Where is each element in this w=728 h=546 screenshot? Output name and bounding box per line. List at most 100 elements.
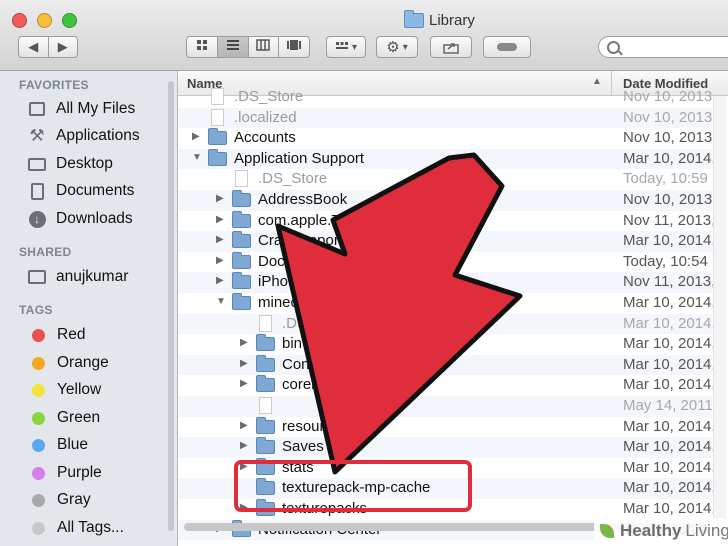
tag-color-dot: [32, 356, 45, 370]
file-row[interactable]: .DS_Store Today, 10:59 P: [178, 169, 722, 190]
sidebar-item-downloads[interactable]: ↓ Downloads: [28, 207, 133, 231]
sidebar-item-desktop[interactable]: Desktop: [28, 152, 113, 176]
sidebar-tag-blue[interactable]: Blue: [28, 433, 88, 457]
item-date-modified: Mar 10, 2014,: [623, 458, 716, 476]
folder-row[interactable]: ▶ com.apple.TC Nov 11, 2013,: [178, 210, 715, 232]
sidebar-item-label: Green: [57, 409, 101, 426]
search-input[interactable]: [598, 36, 728, 58]
folder-row[interactable]: ▶ Config Mar 10, 2014,: [178, 354, 716, 376]
folder-icon: [208, 148, 227, 166]
folder-icon: [232, 210, 251, 228]
disclosure-closed-icon[interactable]: ▶: [216, 255, 224, 266]
document-icon: [235, 170, 248, 188]
file-row[interactable]: .localized Nov 10, 2013,: [178, 107, 716, 129]
disclosure-open-icon[interactable]: ▼: [192, 152, 202, 163]
disclosure-closed-icon[interactable]: ▶: [240, 378, 248, 389]
sidebar-item-label: Applications: [56, 127, 140, 144]
folder-row[interactable]: ▶ Dock Today, 10:54 P: [178, 251, 722, 273]
disclosure-closed-icon[interactable]: ▶: [216, 234, 224, 245]
folder-row[interactable]: ▶ Saves Mar 10, 2014,: [178, 437, 716, 458]
folder-row[interactable]: texturepack-mp-cache Mar 10, 2014,: [178, 478, 716, 499]
folder-row[interactable]: ▼ Application Support Mar 10, 2014,: [178, 148, 716, 170]
sidebar-tag-green[interactable]: Green: [28, 406, 100, 430]
item-date-modified: Mar 10, 2014,: [623, 314, 716, 332]
sidebar-tag-red[interactable]: Red: [28, 323, 85, 347]
item-date-modified: Mar 10, 2014,: [623, 355, 716, 373]
folder-row[interactable]: ▶ coremods Mar 10, 2014,: [178, 375, 716, 396]
back-button[interactable]: ◀: [19, 37, 49, 57]
sidebar-item-label: All Tags...: [57, 519, 124, 536]
folder-icon: [256, 354, 275, 372]
edit-tags-button[interactable]: [483, 36, 531, 58]
disclosure-closed-icon[interactable]: ▶: [240, 502, 248, 513]
disclosure-closed-icon[interactable]: ▶: [192, 131, 200, 142]
item-name: AddressBook: [258, 191, 348, 208]
item-name: texturepacks: [282, 500, 368, 517]
list-vertical-scrollbar[interactable]: [713, 96, 726, 536]
zoom-window-button[interactable]: [62, 13, 77, 28]
file-list: Name ▲ Date Modified .DS_Store Nov 10, 20…: [178, 71, 728, 546]
window-toolbar: Library ◀ ▶ ▾ ⚙ ▾: [0, 0, 728, 71]
sidebar-tag-orange[interactable]: Orange: [28, 351, 109, 375]
disclosure-closed-icon[interactable]: ▶: [240, 461, 248, 472]
sidebar-item-documents[interactable]: Documents: [28, 179, 134, 203]
arrange-icon: [335, 42, 348, 49]
item-date-modified: Mar 10, 2014,: [623, 232, 716, 250]
disclosure-open-icon[interactable]: ▼: [216, 296, 226, 307]
column-view-button[interactable]: [249, 37, 280, 57]
disclosure-closed-icon[interactable]: ▶: [216, 193, 224, 204]
file-row[interactable]: .DS_Store Mar 10, 2014,: [178, 313, 716, 335]
action-button[interactable]: ⚙ ▾: [376, 36, 418, 58]
item-name: bin: [282, 335, 303, 353]
folder-row[interactable]: ▶ Accounts Nov 10, 2013,: [178, 128, 716, 149]
disclosure-closed-icon[interactable]: ▶: [216, 214, 224, 225]
shared-header: SHARED: [19, 245, 72, 259]
folder-row[interactable]: ▶ CrashReporte Mar 10, 2014,: [178, 231, 716, 252]
item-name: Dock: [258, 252, 293, 270]
item-date-modified: Mar 10, 2014,: [623, 438, 716, 456]
sidebar-item-label: Orange: [57, 354, 109, 371]
disclosure-closed-icon[interactable]: ▶: [240, 358, 248, 369]
sidebar-item-applications[interactable]: ⚒ Applications: [28, 124, 140, 148]
gear-icon: ⚙: [386, 39, 400, 56]
sidebar-tag-purple[interactable]: Purple: [28, 461, 102, 485]
item-date-modified: Nov 10, 2013,: [623, 129, 717, 147]
list-view-button[interactable]: [217, 37, 249, 57]
item-date-modified: Mar 10, 2014,: [623, 500, 716, 517]
minimize-window-button[interactable]: [37, 13, 52, 28]
grid-icon: [196, 40, 207, 50]
sidebar-item-all-my-files[interactable]: All My Files: [28, 97, 135, 121]
sidebar-tag-gray[interactable]: Gray: [28, 488, 91, 512]
sidebar-scrollbar[interactable]: [168, 81, 174, 531]
coverflow-view-button[interactable]: [279, 37, 309, 57]
file-row[interactable]: .DS_Store Nov 10, 2013,: [178, 87, 716, 108]
share-button[interactable]: [430, 36, 472, 58]
folder-icon: [256, 499, 275, 516]
sidebar-all-tags[interactable]: All Tags...: [28, 516, 124, 540]
folder-row[interactable]: ▶ stats Mar 10, 2014,: [178, 457, 716, 479]
item-name: .localized: [234, 108, 297, 126]
folder-row[interactable]: ▶ iPhone Simula Nov 11, 2013,: [178, 272, 715, 293]
disclosure-closed-icon[interactable]: ▶: [216, 275, 224, 286]
disclosure-closed-icon[interactable]: ▶: [240, 440, 248, 451]
file-row[interactable]: May 14, 2011,: [178, 396, 717, 417]
document-icon: [211, 88, 224, 105]
sort-ascending-icon: ▲: [592, 76, 602, 87]
folder-row[interactable]: ▶ bin Mar 10, 2014,: [178, 334, 716, 355]
folder-row[interactable]: ▼ minecraft Mar 10, 2014,: [178, 293, 716, 314]
folder-row[interactable]: ▶ texturepacks Mar 10, 2014,: [178, 499, 716, 520]
icon-view-button[interactable]: [187, 37, 218, 57]
folder-row[interactable]: ▶ resources Mar 10, 2014,: [178, 416, 716, 438]
sidebar-item-anujkumar[interactable]: anujkumar: [28, 265, 128, 289]
folder-icon: [256, 375, 275, 393]
close-window-button[interactable]: [12, 13, 27, 28]
sidebar-item-label: Desktop: [56, 155, 113, 172]
disclosure-closed-icon[interactable]: ▶: [240, 420, 248, 431]
sidebar-item-label: Red: [57, 326, 86, 343]
sidebar-tag-yellow[interactable]: Yellow: [28, 378, 101, 402]
arrange-button[interactable]: ▾: [326, 36, 366, 58]
disclosure-closed-icon[interactable]: ▶: [240, 337, 248, 348]
forward-button[interactable]: ▶: [49, 37, 78, 57]
folder-icon: [256, 437, 275, 455]
folder-row[interactable]: ▶ AddressBook Nov 10, 2013,: [178, 190, 716, 211]
